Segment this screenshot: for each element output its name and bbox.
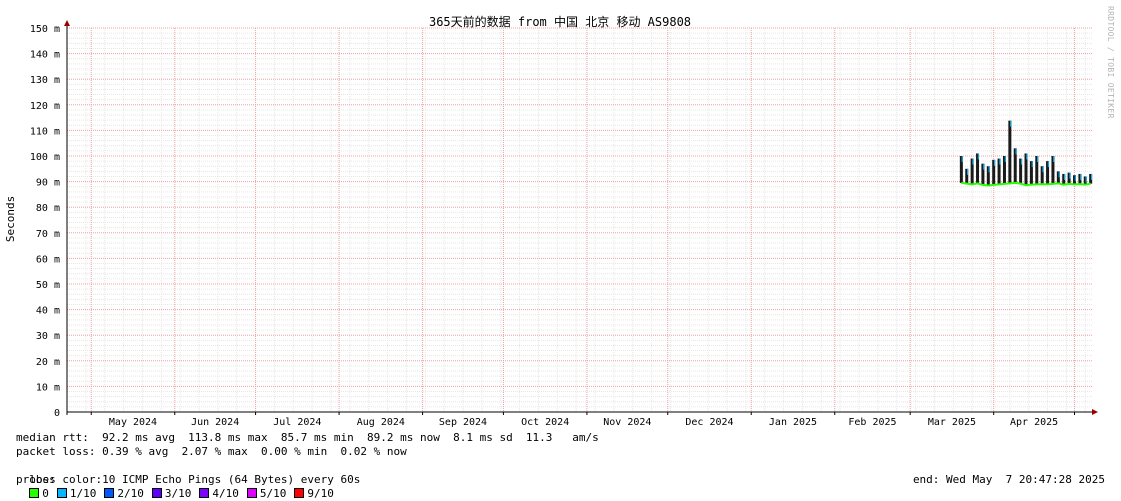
loss-color-swatch <box>294 488 305 498</box>
packet-loss-stats: packet loss: 0.39 % avg 2.07 % max 0.00 … <box>16 445 407 458</box>
x-tick-label: Oct 2024 <box>521 417 569 428</box>
y-axis-label: Seconds <box>4 196 17 242</box>
chart-title: 365天前的数据 from 中国 北京 移动 AS9808 <box>429 14 691 29</box>
smokeping-chart: 365天前的数据 from 中国 北京 移动 AS9808 Seconds 0 1… <box>4 14 1098 428</box>
y-axis-arrow <box>64 20 70 26</box>
y-tick-label: 30 m <box>36 331 60 342</box>
loss-color-swatch <box>151 488 162 498</box>
x-tick-label: May 2024 <box>109 417 157 428</box>
y-tick-label: 120 m <box>30 101 60 112</box>
y-tick-label: 100 m <box>30 152 60 163</box>
x-tick-labels: May 2024 Jun 2024 Jul 2024 Aug 2024 Sep 2024… <box>109 417 1058 428</box>
x-tick-label: Aug 2024 <box>357 417 405 428</box>
x-axis-arrow <box>1092 409 1098 415</box>
x-tick-label: Nov 2024 <box>603 417 651 428</box>
x-tick-label: Jun 2024 <box>191 417 239 428</box>
y-tick-label: 150 m <box>30 24 60 35</box>
x-tick-label: Feb 2025 <box>848 417 896 428</box>
y-tick-labels: 0 10 m 20 m 30 m 40 m 50 m 60 m 70 m 80 m 90 m 100… <box>30 24 60 419</box>
loss-color-swatch <box>56 488 67 498</box>
grid <box>66 27 1093 412</box>
y-tick-label: 110 m <box>30 126 60 137</box>
y-tick-label: 10 m <box>36 382 60 393</box>
y-tick-label: 70 m <box>36 229 60 240</box>
loss-color-swatch <box>246 488 257 498</box>
end-time: end: Wed May 7 20:47:28 2025 <box>912 473 1105 486</box>
loss-color-swatch <box>29 488 40 498</box>
y-tick-label: 20 m <box>36 357 60 368</box>
y-tick-label: 130 m <box>30 75 60 86</box>
rrdtool-watermark: RRDTOOL / TOBI OETIKER <box>1106 6 1115 119</box>
y-tick-label: 40 m <box>36 306 60 317</box>
y-tick-label: 0 <box>54 408 60 419</box>
loss-color-swatch <box>199 488 210 498</box>
loss-color-swatch <box>104 488 115 498</box>
y-tick-label: 140 m <box>30 50 60 61</box>
x-tick-label: Dec 2024 <box>685 417 733 428</box>
x-tick-label: Apr 2025 <box>1010 417 1058 428</box>
y-tick-label: 60 m <box>36 254 60 265</box>
x-tick-label: Mar 2025 <box>928 417 976 428</box>
y-tick-label: 50 m <box>36 280 60 291</box>
x-tick-label: Jan 2025 <box>769 417 817 428</box>
y-tick-label: 90 m <box>36 178 60 189</box>
median-rtt-stats: median rtt: 92.2 ms avg 113.8 ms max 85.… <box>16 431 599 444</box>
x-tick-label: Jul 2024 <box>273 417 321 428</box>
y-tick-label: 80 m <box>36 203 60 214</box>
x-tick-label: Sep 2024 <box>439 417 487 428</box>
probe-info: probe: 10 ICMP Echo Pings (64 Bytes) eve… <box>16 473 361 486</box>
